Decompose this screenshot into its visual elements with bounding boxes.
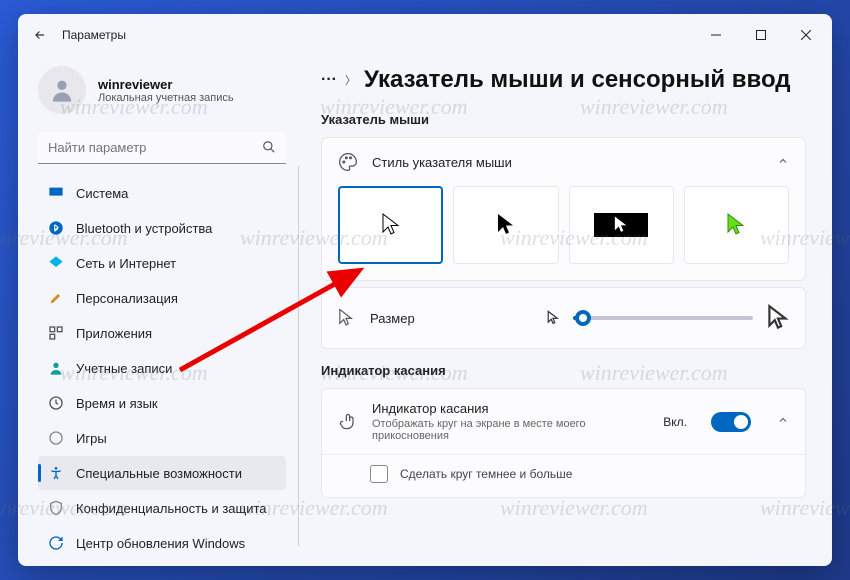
nav-privacy[interactable]: Конфиденциальность и защита xyxy=(38,491,286,525)
window-title: Параметры xyxy=(62,28,126,42)
pointer-size-card: Размер xyxy=(321,287,806,349)
nav-label: Игры xyxy=(76,431,107,446)
nav-label: Центр обновления Windows xyxy=(76,536,245,551)
main-content: ··· 〉 Указатель мыши и сенсорный ввод Ук… xyxy=(299,56,832,566)
inverted-swatch xyxy=(594,213,648,237)
nav-update[interactable]: Центр обновления Windows xyxy=(38,526,286,560)
chevron-up-icon xyxy=(777,414,789,429)
card-label: Стиль указателя мыши xyxy=(372,155,512,170)
big-cursor-icon xyxy=(767,304,789,332)
titlebar: Параметры xyxy=(18,14,832,56)
bluetooth-icon xyxy=(48,220,64,236)
chevron-right-icon: 〉 xyxy=(345,72,356,88)
pointer-style-black[interactable] xyxy=(453,186,558,264)
nav-label: Специальные возможности xyxy=(76,466,242,481)
gamepad-icon xyxy=(48,430,64,446)
pointer-style-inverted[interactable] xyxy=(569,186,674,264)
search-input[interactable] xyxy=(38,132,286,164)
pointer-size-row: Размер xyxy=(322,288,805,348)
nav-label: Персонализация xyxy=(76,291,178,306)
nav-apps[interactable]: Приложения xyxy=(38,316,286,350)
touch-label: Индикатор касания xyxy=(372,401,649,416)
settings-window: Параметры winreviewer Локальная учетная … xyxy=(18,14,832,566)
nav-list: Система Bluetooth и устройства Сеть и Ин… xyxy=(38,176,286,560)
touch-indicator-header[interactable]: Индикатор касания Отображать круг на экр… xyxy=(322,389,805,454)
touch-sub: Отображать круг на экране в месте моего … xyxy=(372,418,649,442)
sidebar: winreviewer Локальная учетная запись Сис… xyxy=(18,56,298,566)
breadcrumb: ··· 〉 Указатель мыши и сенсорный ввод xyxy=(321,66,806,94)
darker-checkbox[interactable] xyxy=(370,465,388,483)
pointer-style-options xyxy=(322,186,805,280)
account-sub: Локальная учетная запись xyxy=(98,92,234,104)
clock-icon xyxy=(48,395,64,411)
nav-time[interactable]: Время и язык xyxy=(38,386,286,420)
search-box[interactable] xyxy=(38,132,286,164)
chevron-up-icon xyxy=(777,155,789,170)
palette-icon xyxy=(338,152,358,172)
shield-icon xyxy=(48,500,64,516)
close-button[interactable] xyxy=(783,19,828,51)
search-icon xyxy=(262,140,276,157)
touch-darker-row[interactable]: Сделать круг темнее и больше xyxy=(322,454,805,497)
nav-accounts[interactable]: Учетные записи xyxy=(38,351,286,385)
nav-gaming[interactable]: Игры xyxy=(38,421,286,455)
slider-thumb[interactable] xyxy=(575,310,591,326)
account-block[interactable]: winreviewer Локальная учетная запись xyxy=(38,60,286,128)
account-name: winreviewer xyxy=(98,77,234,92)
nav-system[interactable]: Система xyxy=(38,176,286,210)
cursor-icon xyxy=(338,308,356,328)
size-label: Размер xyxy=(370,311,415,326)
pointer-style-header[interactable]: Стиль указателя мыши xyxy=(322,138,805,186)
pointer-style-custom[interactable] xyxy=(684,186,789,264)
touch-indicator-card: Индикатор касания Отображать круг на экр… xyxy=(321,388,806,498)
touch-icon xyxy=(338,412,358,432)
monitor-icon xyxy=(48,185,64,201)
network-icon xyxy=(48,255,64,271)
nav-personalization[interactable]: Персонализация xyxy=(38,281,286,315)
pointer-style-white[interactable] xyxy=(338,186,443,264)
section-touch-heading: Индикатор касания xyxy=(321,363,806,378)
accessibility-icon xyxy=(48,465,64,481)
size-slider[interactable] xyxy=(573,316,753,320)
avatar xyxy=(38,66,86,114)
nav-label: Приложения xyxy=(76,326,152,341)
nav-label: Сеть и Интернет xyxy=(76,256,176,271)
section-pointer-heading: Указатель мыши xyxy=(321,112,806,127)
nav-network[interactable]: Сеть и Интернет xyxy=(38,246,286,280)
nav-label: Система xyxy=(76,186,128,201)
brush-icon xyxy=(48,290,64,306)
nav-label: Время и язык xyxy=(76,396,158,411)
nav-label: Bluetooth и устройства xyxy=(76,221,212,236)
breadcrumb-more[interactable]: ··· xyxy=(321,71,337,89)
touch-toggle[interactable] xyxy=(711,412,751,432)
nav-accessibility[interactable]: Специальные возможности xyxy=(38,456,286,490)
apps-icon xyxy=(48,325,64,341)
nav-bluetooth[interactable]: Bluetooth и устройства xyxy=(38,211,286,245)
darker-label: Сделать круг темнее и больше xyxy=(400,467,572,481)
update-icon xyxy=(48,535,64,551)
maximize-button[interactable] xyxy=(738,19,783,51)
small-cursor-icon xyxy=(547,310,559,326)
toggle-state: Вкл. xyxy=(663,415,687,429)
person-icon xyxy=(48,360,64,376)
page-title: Указатель мыши и сенсорный ввод xyxy=(364,66,791,94)
minimize-button[interactable] xyxy=(693,19,738,51)
pointer-style-card: Стиль указателя мыши xyxy=(321,137,806,281)
nav-label: Учетные записи xyxy=(76,361,172,376)
back-button[interactable] xyxy=(22,17,58,53)
nav-label: Конфиденциальность и защита xyxy=(76,501,267,516)
